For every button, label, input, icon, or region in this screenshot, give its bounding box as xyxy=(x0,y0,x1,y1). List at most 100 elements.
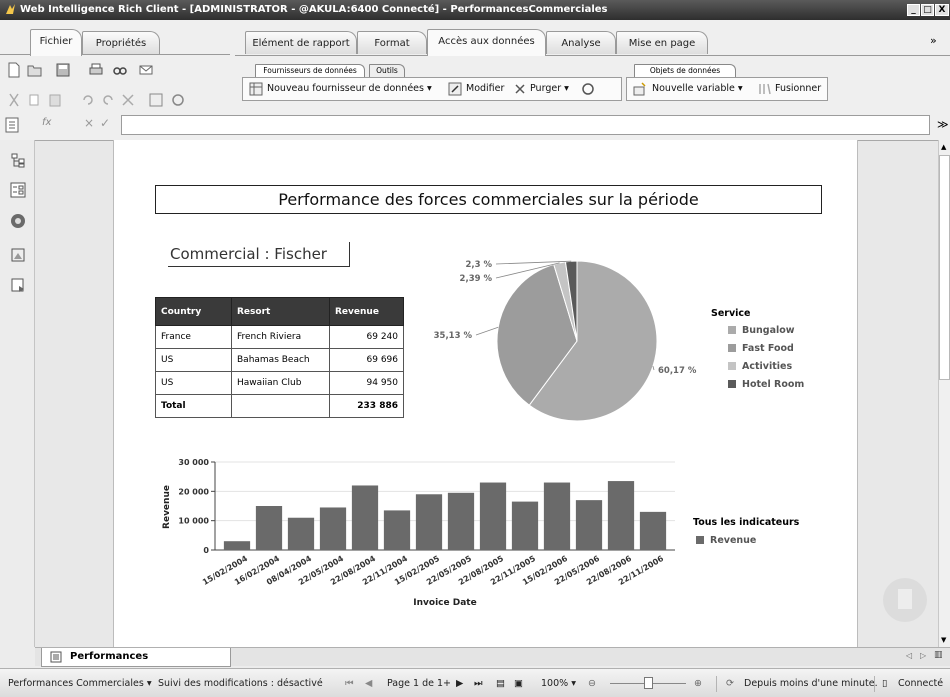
print-icon[interactable] xyxy=(88,62,104,78)
tab-analyse[interactable]: Analyse xyxy=(546,31,616,54)
merge-button[interactable]: Fusionner xyxy=(775,80,821,98)
previous-page-icon[interactable]: ◀ xyxy=(365,669,372,697)
refresh-icon[interactable] xyxy=(170,92,186,108)
validate-formula-button[interactable]: ✓ xyxy=(100,116,110,130)
open-folder-icon[interactable] xyxy=(27,62,43,78)
purge-button[interactable]: Purger ▾ xyxy=(530,80,569,98)
cell-revenue[interactable]: 69 696 xyxy=(329,348,404,372)
minimize-button[interactable]: _ xyxy=(907,4,920,16)
subtab-objets-donnees[interactable]: Objets de données xyxy=(634,64,736,77)
web-service-icon[interactable] xyxy=(10,277,26,293)
available-objects-icon[interactable] xyxy=(10,182,26,198)
tab-scroll-right-icon[interactable]: ▷ xyxy=(920,651,926,660)
report-tab[interactable]: Performances Commerciales xyxy=(41,648,231,680)
revenue-table[interactable]: Country Resort Revenue France French Riv… xyxy=(155,297,404,418)
formula-editor-icon[interactable] xyxy=(4,117,20,133)
quick-display-icon[interactable]: ▤ xyxy=(496,669,505,697)
copy-icon[interactable] xyxy=(27,92,43,108)
y-tick-label: 20 000 xyxy=(178,487,209,496)
cell-country[interactable]: US xyxy=(155,371,232,395)
document-name-dropdown[interactable]: Performances Commerciales ▾ xyxy=(8,669,152,697)
tab-scroll-left-icon[interactable]: ◁ xyxy=(906,651,912,660)
page-mode-icon[interactable]: ▣ xyxy=(514,669,523,697)
scroll-down-icon[interactable]: ▼ xyxy=(941,636,946,644)
cell-resort[interactable]: Bahamas Beach xyxy=(231,348,330,372)
page-navigator-icon[interactable] xyxy=(880,575,930,625)
data-icon[interactable] xyxy=(10,213,26,229)
tab-fichier[interactable]: Fichier xyxy=(30,29,82,56)
report-title[interactable]: Performance des forces commerciales sur … xyxy=(155,185,822,214)
refresh-data-icon[interactable] xyxy=(580,81,596,97)
modify-button[interactable]: Modifier xyxy=(466,80,504,98)
pie-legend-item: Hotel Room xyxy=(728,379,804,390)
left-panel-bar xyxy=(0,140,35,647)
section-header[interactable]: Commercial : Fischer xyxy=(168,242,350,267)
column-header-revenue[interactable]: Revenue xyxy=(329,297,404,326)
pie-data-label: 35,13 % xyxy=(434,331,473,341)
tab-mise-en-page[interactable]: Mise en page xyxy=(616,31,708,54)
zoom-in-icon[interactable]: ⊕ xyxy=(694,669,702,697)
track-changes-status[interactable]: Suivi des modifications : désactivé xyxy=(158,669,323,697)
pie-legend-title: Service xyxy=(711,308,751,319)
cell-revenue[interactable]: 69 240 xyxy=(329,325,404,349)
email-icon[interactable] xyxy=(138,62,154,78)
cell-total-empty[interactable] xyxy=(231,394,330,418)
tab-list-icon[interactable]: ▥ xyxy=(934,650,943,660)
scroll-up-icon[interactable]: ▲ xyxy=(941,143,946,151)
tab-acces-donnees[interactable]: Accès aux données xyxy=(427,29,546,56)
cell-total-revenue[interactable]: 233 886 xyxy=(329,394,404,418)
bar xyxy=(511,501,539,550)
column-header-resort[interactable]: Resort xyxy=(231,297,330,326)
cell-country[interactable]: France xyxy=(155,325,232,349)
column-header-country[interactable]: Country xyxy=(155,297,232,326)
input-controls-icon[interactable] xyxy=(10,247,26,263)
last-page-icon[interactable]: ⏭ xyxy=(474,669,483,697)
bar-legend-item: Revenue xyxy=(696,535,756,546)
tab-element-rapport[interactable]: Elément de rapport xyxy=(245,31,357,54)
find-icon[interactable] xyxy=(112,62,128,78)
cell-revenue[interactable]: 94 950 xyxy=(329,371,404,395)
next-page-icon[interactable]: ▶ xyxy=(456,669,463,697)
cancel-formula-button[interactable]: × xyxy=(84,116,94,130)
format-painter-icon[interactable] xyxy=(148,92,164,108)
new-variable-button[interactable]: Nouvelle variable ▾ xyxy=(652,80,743,98)
undo-icon[interactable] xyxy=(80,92,96,108)
new-provider-button[interactable]: Nouveau fournisseur de données ▾ xyxy=(267,80,432,98)
delete-icon[interactable] xyxy=(120,92,136,108)
cell-country[interactable]: US xyxy=(155,348,232,372)
cell-resort[interactable]: French Riviera xyxy=(231,325,330,349)
cell-total-label[interactable]: Total xyxy=(155,394,232,418)
legend-label: Hotel Room xyxy=(742,379,805,390)
scrollbar-thumb[interactable] xyxy=(939,155,950,380)
subtab-outils[interactable]: Outils xyxy=(369,64,405,77)
subtab-fournisseurs[interactable]: Fournisseurs de données xyxy=(255,64,365,77)
formula-input[interactable] xyxy=(121,115,930,135)
bar xyxy=(543,482,571,550)
document-structure-icon[interactable] xyxy=(10,152,26,168)
new-document-icon[interactable] xyxy=(6,62,22,78)
zoom-dropdown[interactable]: 100% ▾ xyxy=(541,669,576,697)
zoom-slider-thumb[interactable] xyxy=(644,677,653,689)
cut-icon[interactable] xyxy=(6,92,22,108)
tabs-overflow-button[interactable]: » xyxy=(930,34,937,47)
fx-button[interactable]: fx xyxy=(42,117,51,128)
tab-format[interactable]: Format xyxy=(357,31,427,54)
pie-data-label: 2,3 % xyxy=(465,260,492,270)
maximize-button[interactable]: □ xyxy=(921,4,934,16)
redo-icon[interactable] xyxy=(100,92,116,108)
tab-proprietes[interactable]: Propriétés xyxy=(82,31,160,54)
legend-label: Bungalow xyxy=(742,325,795,336)
cell-resort[interactable]: Hawaiian Club xyxy=(231,371,330,395)
paste-icon[interactable] xyxy=(47,92,63,108)
first-page-icon[interactable]: ⏮ xyxy=(345,669,354,697)
pie-data-label: 60,17 % xyxy=(658,366,697,376)
bar-chart[interactable]: 010 00020 00030 00015/02/200416/02/20040… xyxy=(155,455,695,615)
bar xyxy=(639,511,667,550)
close-button[interactable]: X xyxy=(935,4,949,16)
expand-formula-button[interactable]: ≫ xyxy=(937,118,949,131)
page-indicator[interactable]: Page 1 de 1+ xyxy=(387,669,451,697)
save-icon[interactable] xyxy=(55,62,71,78)
zoom-out-icon[interactable]: ⊖ xyxy=(588,669,596,697)
pie-leader-line xyxy=(475,326,499,336)
bar xyxy=(575,500,603,550)
